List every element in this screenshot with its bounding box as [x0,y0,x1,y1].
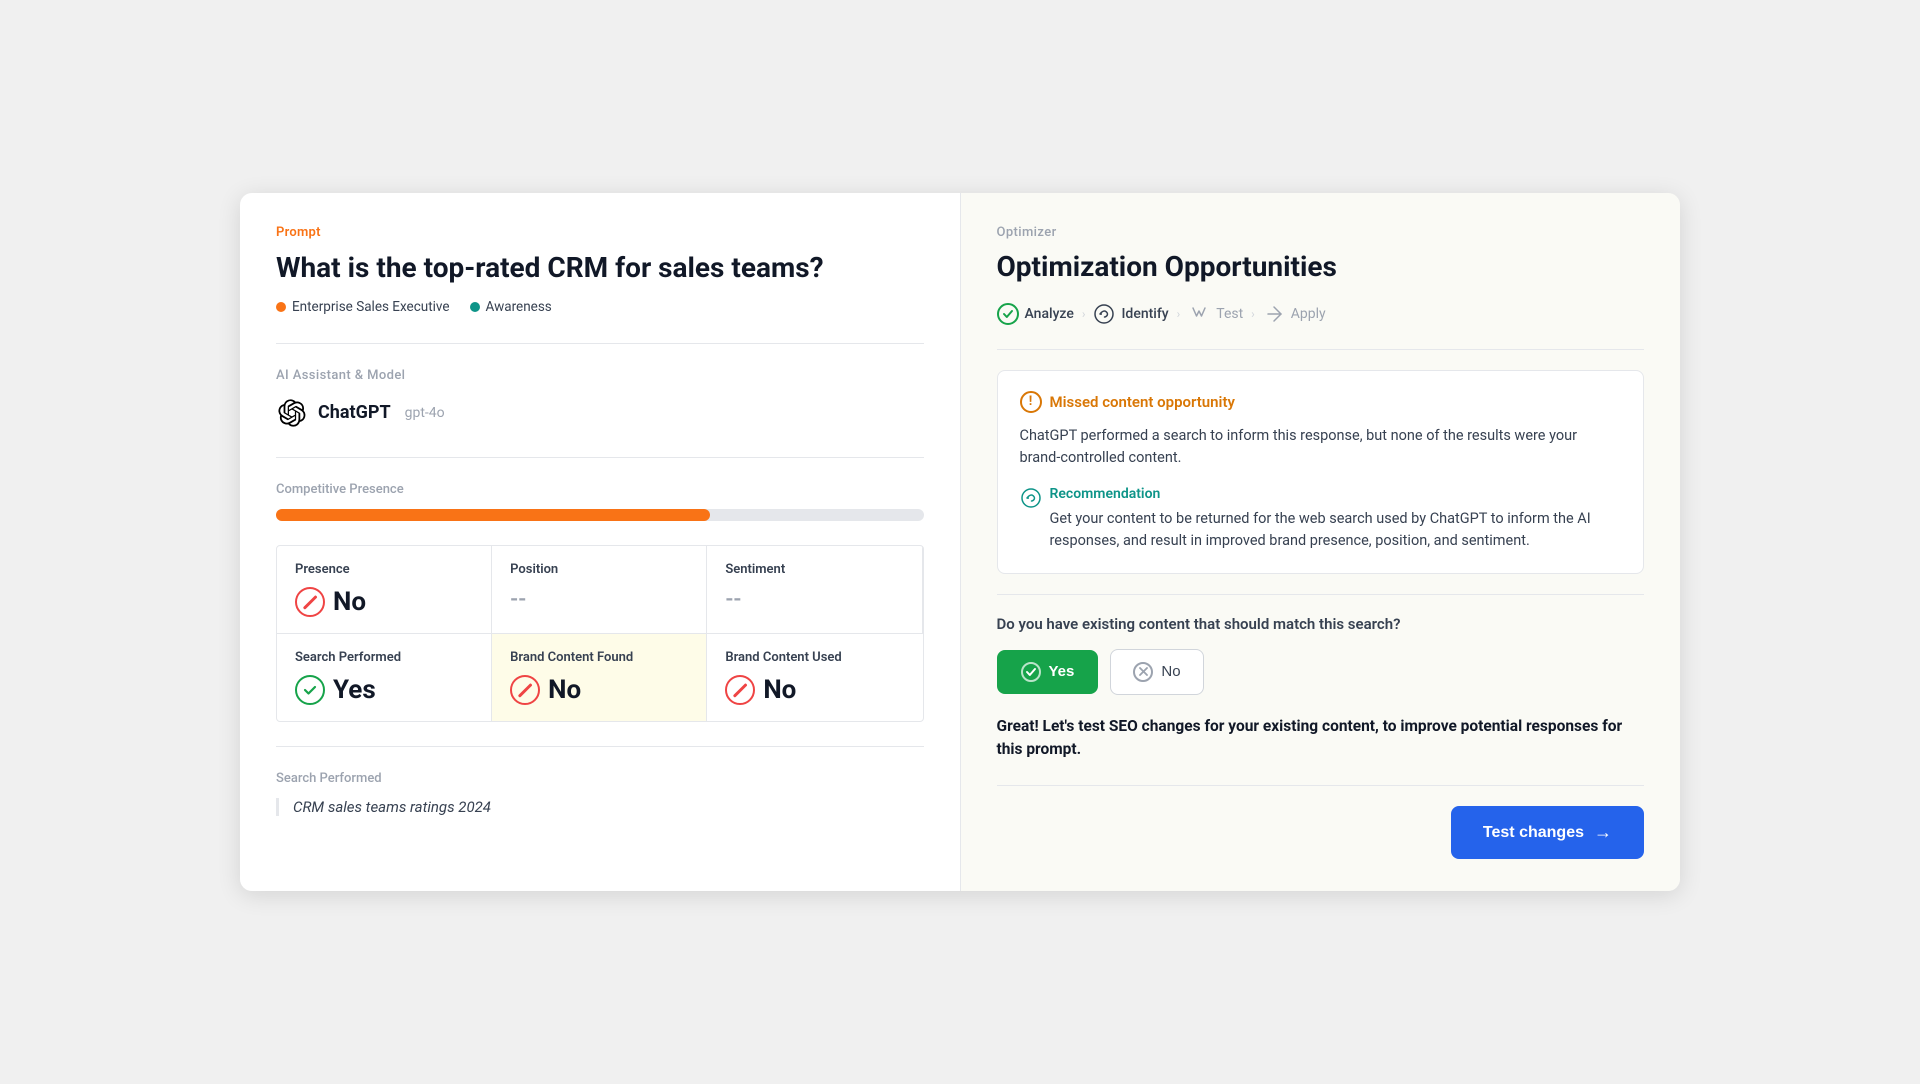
divider-1 [276,343,924,344]
no-button-icon [1133,662,1153,682]
metric-presence-value: No [295,587,473,617]
brand-found-no-icon [510,675,540,705]
step-apply: Apply [1263,303,1326,325]
step-identify-icon [1093,303,1115,325]
recommendation-label: Recommendation [1050,486,1622,502]
test-changes-label: Test changes [1483,824,1584,842]
step-analyze: Analyze [997,303,1074,325]
step-identify: Identify [1093,303,1168,325]
brand-used-text: No [763,675,796,705]
optimizer-label: Optimizer [997,225,1645,240]
prompt-label: Prompt [276,225,924,240]
persona-dot-orange [276,302,286,312]
progress-bar-fill [276,509,710,521]
search-query: CRM sales teams ratings 2024 [276,798,924,816]
metric-brand-content-used-header: Brand Content Used [725,650,904,665]
recommendation-text: Get your content to be returned for the … [1050,508,1622,553]
brand-used-no-icon [725,675,755,705]
right-divider-1 [997,349,1645,350]
presence-text: No [333,587,366,617]
step-chevron-2: › [1177,307,1181,321]
step-analyze-label: Analyze [1025,306,1074,322]
persona-enterprise: Enterprise Sales Executive [276,299,450,315]
metrics-grid: Presence No Position -- Sentiment -- [276,545,924,722]
opportunity-card: ! Missed content opportunity ChatGPT per… [997,370,1645,574]
step-identify-label: Identify [1121,306,1168,322]
metric-search-performed-header: Search Performed [295,650,473,665]
persona-awareness: Awareness [470,299,552,315]
brand-found-text: No [548,675,581,705]
presence-no-icon [295,587,325,617]
metric-sentiment-header: Sentiment [725,562,903,577]
metric-position: Position -- [492,546,707,633]
metric-brand-content-found-value: No [510,675,688,705]
warning-icon: ! [1020,391,1042,413]
competitive-section: Competitive Presence [276,482,924,521]
existing-content-question: Do you have existing content that should… [997,615,1645,633]
persona-row: Enterprise Sales Executive Awareness [276,299,924,315]
metric-presence: Presence No [277,546,492,633]
search-yes-icon [295,675,325,705]
step-analyze-icon [997,303,1019,325]
step-chevron-1: › [1082,307,1086,321]
left-panel: Prompt What is the top-rated CRM for sal… [240,193,961,891]
right-divider-3 [997,785,1645,786]
metric-brand-content-found: Brand Content Found No [492,633,707,721]
search-performed-text: Yes [333,675,376,705]
recommendation-content: Recommendation Get your content to be re… [1050,486,1622,553]
metric-sentiment: Sentiment -- [707,546,922,633]
yes-label: Yes [1049,663,1075,680]
search-section: Search Performed CRM sales teams ratings… [276,771,924,816]
result-text: Great! Let's test SEO changes for your e… [997,715,1645,762]
no-label: No [1161,663,1180,680]
yes-no-row: Yes No [997,649,1645,695]
metric-position-value: -- [510,587,688,612]
test-changes-button[interactable]: Test changes → [1451,806,1644,859]
prompt-title: What is the top-rated CRM for sales team… [276,250,924,285]
right-panel: Optimizer Optimization Opportunities Ana… [961,193,1681,891]
opportunity-text: ChatGPT performed a search to inform thi… [1020,425,1622,470]
metric-search-performed: Search Performed Yes [277,633,492,721]
competitive-label: Competitive Presence [276,482,924,497]
test-changes-arrow: → [1594,822,1612,843]
existing-content-section: Do you have existing content that should… [997,615,1645,762]
metric-position-header: Position [510,562,688,577]
persona-label-awareness: Awareness [486,299,552,315]
search-label: Search Performed [276,771,924,786]
opportunity-title: Missed content opportunity [1050,393,1235,411]
chatgpt-icon [276,397,308,429]
position-dash: -- [510,587,526,612]
metric-brand-content-used: Brand Content Used No [707,633,922,721]
metric-sentiment-value: -- [725,587,903,612]
yes-button[interactable]: Yes [997,650,1099,694]
right-divider-2 [997,594,1645,595]
stepper: Analyze › Identify › [997,303,1645,325]
ai-section-label: AI Assistant & Model [276,368,924,383]
opportunity-header: ! Missed content opportunity [1020,391,1622,413]
ai-row: ChatGPT gpt-4o [276,397,924,429]
optimizer-title: Optimization Opportunities [997,250,1645,283]
metric-search-performed-value: Yes [295,675,473,705]
step-test-icon [1188,303,1210,325]
ai-name: ChatGPT [318,402,391,423]
divider-3 [276,746,924,747]
yes-button-icon [1021,662,1041,682]
metric-brand-content-found-header: Brand Content Found [510,650,688,665]
step-test: Test [1188,303,1243,325]
persona-label-enterprise: Enterprise Sales Executive [292,299,450,315]
step-chevron-3: › [1251,307,1255,321]
divider-2 [276,457,924,458]
step-test-label: Test [1216,306,1243,322]
no-button[interactable]: No [1110,649,1203,695]
metric-presence-header: Presence [295,562,473,577]
persona-dot-teal [470,302,480,312]
ai-model: gpt-4o [405,405,445,421]
step-apply-label: Apply [1291,306,1326,322]
sentiment-dash: -- [725,587,741,612]
metric-brand-content-used-value: No [725,675,904,705]
step-apply-icon [1263,303,1285,325]
rec-icon [1020,487,1042,509]
progress-bar-bg [276,509,924,521]
recommendation-row: Recommendation Get your content to be re… [1020,486,1622,553]
